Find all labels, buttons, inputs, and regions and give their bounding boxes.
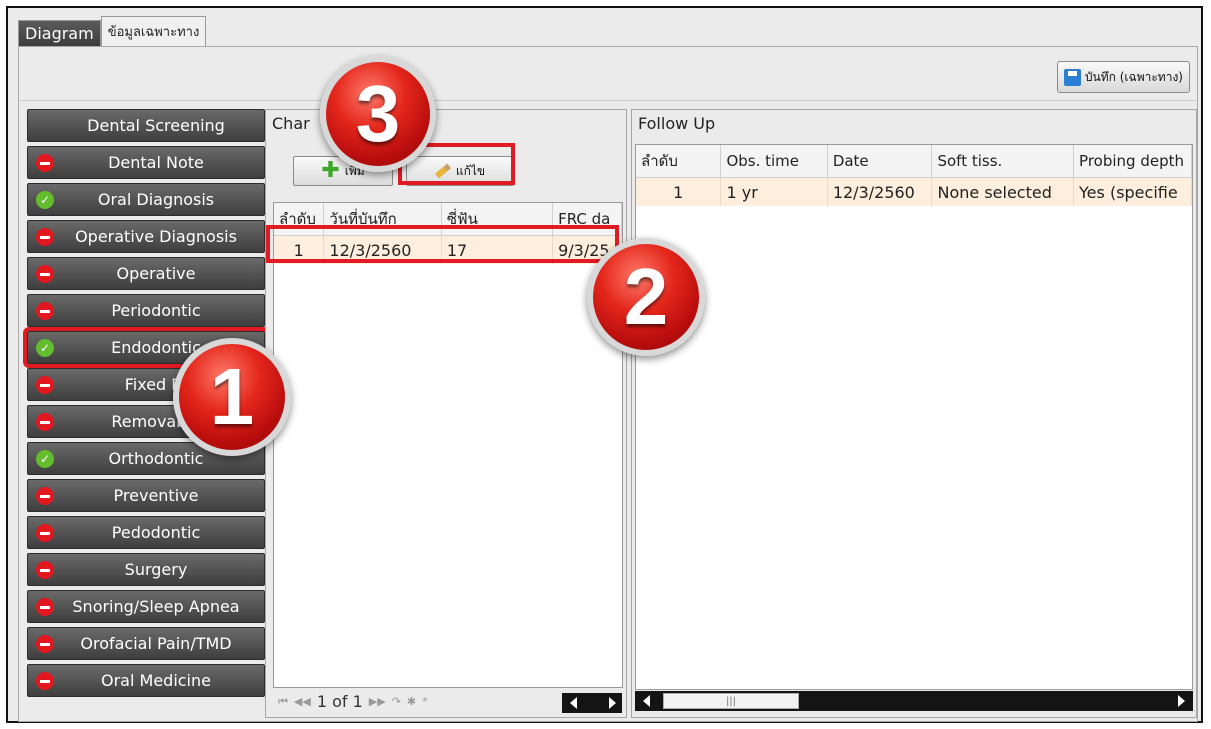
plus-icon: ✚ [321,158,340,183]
followup-table: ลำดับ Obs. time Date Soft tiss. Probing … [636,145,1192,206]
sidebar-item-label: Operative [116,264,196,283]
followup-panel: Follow Up ลำดับ Obs. time Date Soft tiss… [631,109,1197,718]
table-cell: 12/3/2560 [827,177,933,206]
table-cell: 1 [636,177,722,206]
sidebar-item-label: Pedodontic [111,523,201,542]
table-cell: 1 yr [720,177,828,206]
sidebar-item-label: Orofacial Pain/TMD [80,634,232,653]
sidebar-item-oral-diagnosis[interactable]: ✓ Oral Diagnosis [27,183,265,216]
delete-record-icon[interactable]: * [422,695,428,708]
sidebar-item-label: Orthodontic [108,449,204,468]
table-row[interactable]: 1 1 yr 12/3/2560 None selected Yes (spec… [636,177,1192,206]
incomplete-status-icon [36,598,54,616]
sidebar-item-label: Periodontic [111,301,201,320]
save-specialty-button[interactable]: บันทึก (เฉพาะทาง) [1056,61,1190,93]
column-header[interactable]: ลำดับ [636,145,722,178]
chart-panel-title: Char [272,114,310,133]
scroll-thumb[interactable]: ||| [663,693,799,709]
incomplete-status-icon [36,672,54,690]
tab-specialty-info[interactable]: ข้อมูลเฉพาะทาง [100,16,207,46]
sidebar-item-surgery[interactable]: Surgery [27,553,265,586]
sidebar-item-operative[interactable]: Operative [27,257,265,290]
incomplete-status-icon [36,228,54,246]
sidebar-item-dental-note[interactable]: Dental Note [27,146,265,179]
save-button-label: บันทึก (เฉพาะทาง) [1084,69,1183,84]
table-cell: None selected [931,177,1075,206]
incomplete-status-icon [36,302,54,320]
followup-table-header: ลำดับ Obs. time Date Soft tiss. Probing … [636,145,1192,178]
scroll-left-icon[interactable] [643,695,650,707]
column-header[interactable]: Obs. time [720,145,828,178]
sidebar-item-label: Endodontic [111,338,201,357]
incomplete-status-icon [36,561,54,579]
sidebar-item-oral-medicine[interactable]: Oral Medicine [27,664,265,697]
sidebar-item-preventive[interactable]: Preventive [27,479,265,512]
pager: ⏮ ◀◀ 1 of 1 ▶▶ ↷ ✱ * [278,692,428,711]
sidebar-item-label: Operative Diagnosis [75,227,237,246]
followup-panel-title: Follow Up [638,114,716,133]
complete-check-icon: ✓ [36,450,54,468]
callout-3: 3 [320,56,436,172]
scroll-left-icon[interactable] [570,697,577,709]
new-record-icon[interactable]: ✱ [407,695,416,708]
followup-grid: ลำดับ Obs. time Date Soft tiss. Probing … [635,144,1193,690]
refresh-icon[interactable]: ↷ [392,695,401,708]
incomplete-status-icon [36,413,54,431]
sidebar-item-label: Oral Medicine [101,671,211,690]
callout-1: 1 [173,338,291,456]
scroll-right-icon[interactable] [1178,695,1185,707]
followup-hscrollbar[interactable]: ||| [635,691,1193,711]
sidebar-item-periodontic[interactable]: Periodontic [27,294,265,327]
table-cell: Yes (specifie [1073,177,1192,206]
chart-hscrollbar[interactable] [562,693,622,713]
floppy-disk-icon [1063,68,1081,86]
sidebar-item-orofacial-pain-tmd[interactable]: Orofacial Pain/TMD [27,627,265,660]
tab-diagram[interactable]: Diagram [18,20,101,46]
sidebar-item-label: Oral Diagnosis [97,190,215,209]
prev-page-icon[interactable]: ◀◀ [294,695,311,708]
sidebar-item-snoring-sleep-apnea[interactable]: Snoring/Sleep Apnea [27,590,265,623]
sidebar-item-operative-diagnosis[interactable]: Operative Diagnosis [27,220,265,253]
scroll-right-icon[interactable] [609,697,616,709]
incomplete-status-icon [36,487,54,505]
sidebar-item-label: Preventive [113,486,199,505]
sidebar-item-label: Dental Note [108,153,204,172]
sidebar-item-pedodontic[interactable]: Pedodontic [27,516,265,549]
incomplete-status-icon [36,265,54,283]
tab-bar: Diagram ข้อมูลเฉพาะทาง [18,16,207,50]
sidebar-item-label: Dental Screening [87,116,225,135]
page-indicator: 1 of 1 [316,692,363,711]
callout-2: 2 [587,238,705,356]
first-page-icon[interactable]: ⏮ [278,695,288,709]
column-header[interactable]: Probing depth [1073,145,1192,178]
column-header[interactable]: Date [827,145,933,178]
column-header[interactable]: Soft tiss. [931,145,1075,178]
incomplete-status-icon [36,154,54,172]
chart-panel: Char ✚ เพิ่ม แก้ไข ลำดับ วันที่บันทึก ซี… [265,109,627,718]
chart-grid: ลำดับ วันที่บันทึก ซี่ฟัน FRC da 1 12/3/… [273,202,623,688]
sidebar-item-dental-screening[interactable]: Dental Screening [27,109,265,142]
complete-check-icon: ✓ [36,191,54,209]
sidebar-item-label: Surgery [124,560,188,579]
top-toolbar: บันทึก (เฉพาะทาง) [20,48,1196,101]
incomplete-status-icon [36,376,54,394]
complete-check-icon: ✓ [36,339,54,357]
sidebar-item-label: Snoring/Sleep Apnea [72,597,240,616]
next-page-icon[interactable]: ▶▶ [369,695,386,708]
highlight-chart-row [266,225,619,263]
incomplete-status-icon [36,635,54,653]
incomplete-status-icon [36,524,54,542]
